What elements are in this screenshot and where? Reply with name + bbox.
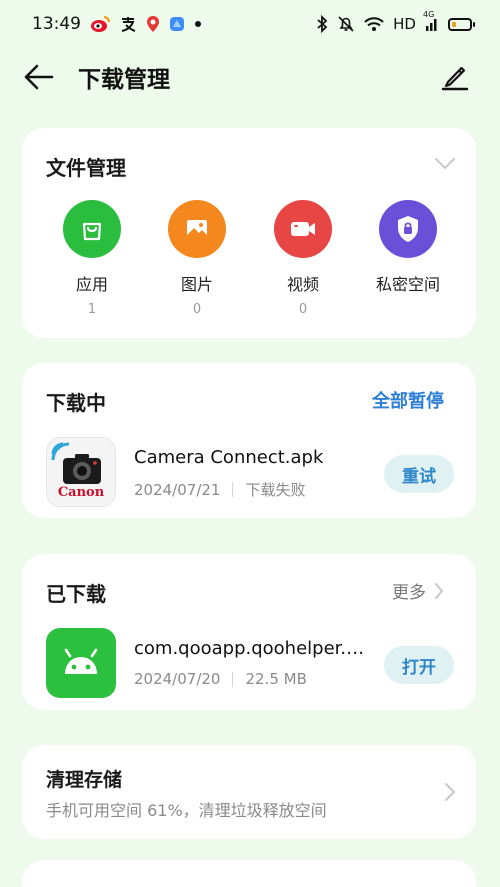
file-status: 下载失败 bbox=[245, 481, 306, 499]
downloading-title: 下载中 bbox=[46, 391, 106, 415]
meta-divider bbox=[232, 671, 234, 687]
image-icon bbox=[168, 200, 226, 258]
signal-label: 4G bbox=[423, 10, 435, 19]
thumb-brand-text: Canon bbox=[57, 485, 105, 500]
status-time: 13:49 bbox=[32, 14, 81, 34]
video-icon bbox=[274, 200, 332, 258]
canon-app-icon: Canon bbox=[46, 437, 116, 507]
file-name: com.qooapp.qoohelper.a... bbox=[134, 638, 370, 659]
network-label: HD bbox=[393, 15, 416, 33]
file-management-title: 文件管理 bbox=[46, 156, 126, 180]
category-private-space[interactable]: 私密空间 bbox=[368, 200, 448, 302]
status-right: HD 4G bbox=[316, 10, 475, 33]
category-label: 应用 bbox=[75, 275, 108, 294]
signal-icon: 4G bbox=[423, 10, 439, 32]
category-count: 0 bbox=[192, 302, 202, 317]
category-videos[interactable]: 视频 0 bbox=[263, 200, 343, 317]
status-left: 13:49 bbox=[32, 14, 202, 34]
file-meta: 2024/07/21 下载失败 bbox=[134, 479, 305, 500]
clean-storage-card[interactable]: 清理存储 手机可用空间 61%，清理垃圾释放空间 bbox=[22, 745, 476, 839]
back-arrow-icon[interactable] bbox=[22, 60, 56, 94]
file-meta: 2024/07/20 22.5 MB bbox=[134, 670, 307, 688]
weibo-icon bbox=[90, 15, 110, 33]
download-item[interactable]: Canon Camera Connect.apk 2024/07/21 下载失败… bbox=[22, 431, 476, 511]
downloading-card: 下载中 全部暂停 Canon Camera Connect.apk 2024/0… bbox=[22, 363, 476, 518]
category-apps[interactable]: 应用 1 bbox=[52, 200, 132, 317]
more-link[interactable]: 更多 bbox=[392, 578, 444, 603]
app-header: 下载管理 bbox=[0, 48, 500, 104]
clean-storage-title: 清理存储 bbox=[46, 769, 123, 791]
chevron-right-icon bbox=[444, 782, 456, 802]
category-images[interactable]: 图片 0 bbox=[157, 200, 237, 317]
category-count: 0 bbox=[298, 302, 308, 317]
chevron-down-icon[interactable] bbox=[434, 156, 456, 170]
wifi-icon bbox=[364, 16, 384, 32]
downloaded-title: 已下载 bbox=[46, 582, 106, 606]
file-name: Camera Connect.apk bbox=[134, 447, 324, 468]
android-app-icon bbox=[46, 628, 116, 698]
open-button[interactable]: 打开 bbox=[384, 646, 454, 684]
file-date: 2024/07/20 bbox=[134, 670, 221, 688]
file-size: 22.5 MB bbox=[245, 670, 307, 688]
more-label: 更多 bbox=[392, 583, 426, 603]
clean-storage-subtitle: 手机可用空间 61%，清理垃圾释放空间 bbox=[46, 801, 327, 820]
app-icon bbox=[169, 16, 185, 32]
pause-all-button[interactable]: 全部暂停 bbox=[372, 387, 444, 413]
dot-icon bbox=[194, 20, 202, 28]
retry-button[interactable]: 重试 bbox=[384, 455, 454, 493]
file-date: 2024/07/21 bbox=[134, 480, 221, 499]
category-label: 私密空间 bbox=[375, 275, 440, 294]
mute-bell-icon bbox=[337, 15, 355, 33]
alipay-icon bbox=[119, 15, 137, 33]
bluetooth-icon bbox=[316, 15, 328, 33]
edit-pencil-icon[interactable] bbox=[440, 58, 470, 92]
meta-divider bbox=[232, 482, 234, 497]
chevron-right-icon bbox=[435, 582, 444, 599]
shopping-bag-icon bbox=[63, 200, 121, 258]
battery-icon bbox=[448, 17, 475, 31]
category-label: 图片 bbox=[180, 275, 213, 294]
next-card bbox=[22, 860, 476, 887]
category-count: 1 bbox=[87, 302, 97, 317]
status-bar: 13:49 HD 4G bbox=[0, 0, 500, 48]
file-management-card: 文件管理 应用 1 图片 0 视频 0 私密空间 bbox=[22, 128, 476, 338]
downloaded-card: 已下载 更多 com.qooapp.qoohelper.a... 2024/07… bbox=[22, 554, 476, 710]
page-title: 下载管理 bbox=[78, 67, 170, 93]
downloaded-item[interactable]: com.qooapp.qoohelper.a... 2024/07/20 22.… bbox=[22, 622, 476, 702]
lock-shield-icon bbox=[379, 200, 437, 258]
maps-pin-icon bbox=[146, 15, 160, 33]
category-label: 视频 bbox=[286, 275, 319, 294]
